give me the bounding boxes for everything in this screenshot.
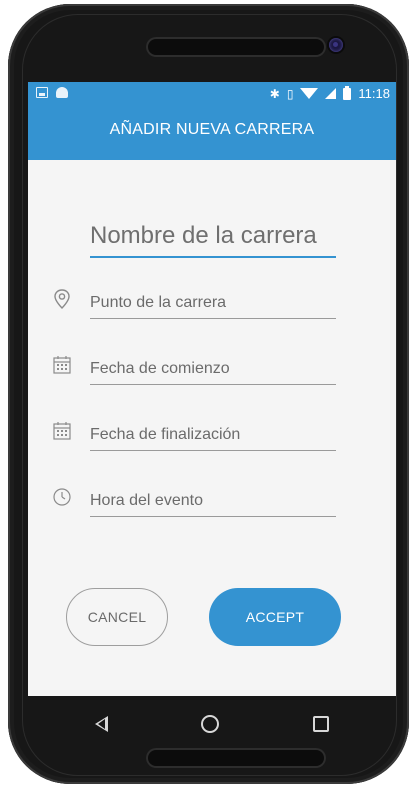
vibrate-icon: ▯ [286,86,294,101]
calendar-icon [53,356,71,374]
clock-icon [53,488,71,506]
event-time-placeholder: Hora del evento [90,492,203,509]
top-speaker [146,37,326,57]
race-location-row: Punto de la carrera [28,288,396,328]
end-date-row: Fecha de finalización [28,420,396,460]
race-location-underline [90,318,336,319]
race-name-placeholder: Nombre de la carrera [90,222,317,249]
home-icon[interactable] [201,715,220,733]
accept-button[interactable]: ACCEPT [209,588,341,646]
start-date-placeholder: Fecha de comienzo [90,360,230,377]
event-time-underline [90,516,336,517]
start-date-input[interactable]: Fecha de comienzo [90,360,336,385]
end-date-input[interactable]: Fecha de finalización [90,426,336,451]
end-date-placeholder: Fecha de finalización [90,426,241,443]
event-time-row: Hora del evento [28,486,396,526]
race-name-underline [90,256,336,258]
form-content: Nombre de la carrera Punto de la carrera [28,160,396,696]
back-icon[interactable] [94,716,108,732]
system-nav-bar [28,696,396,752]
page-title: AÑADIR NUEVA CARRERA [109,121,315,138]
app-bar: AÑADIR NUEVA CARRERA [28,106,396,160]
bluetooth-icon: ✱ [269,86,280,101]
location-pin-icon [54,289,70,309]
recents-icon[interactable] [313,716,330,732]
event-time-input[interactable]: Hora del evento [90,492,336,517]
signal-icon [325,88,337,99]
start-date-underline [90,384,336,385]
end-date-underline [90,450,336,451]
start-date-row: Fecha de comienzo [28,354,396,394]
race-location-placeholder: Punto de la carrera [90,294,227,311]
front-camera [329,38,343,52]
status-bar: ✱ ▯ 11:18 [28,82,396,106]
status-time: 11:18 [358,86,390,101]
android-icon [56,87,68,98]
image-icon [36,87,48,98]
screen: ✱ ▯ 11:18 AÑADIR NUEVA CARRERA Nombre de… [28,82,396,696]
race-name-input[interactable]: Nombre de la carrera [90,222,336,258]
wifi-icon [300,88,319,99]
battery-icon [343,85,352,100]
cancel-button[interactable]: CANCEL [66,588,168,646]
calendar-icon [53,422,71,440]
bottom-speaker [146,748,326,768]
race-location-input[interactable]: Punto de la carrera [90,294,336,319]
